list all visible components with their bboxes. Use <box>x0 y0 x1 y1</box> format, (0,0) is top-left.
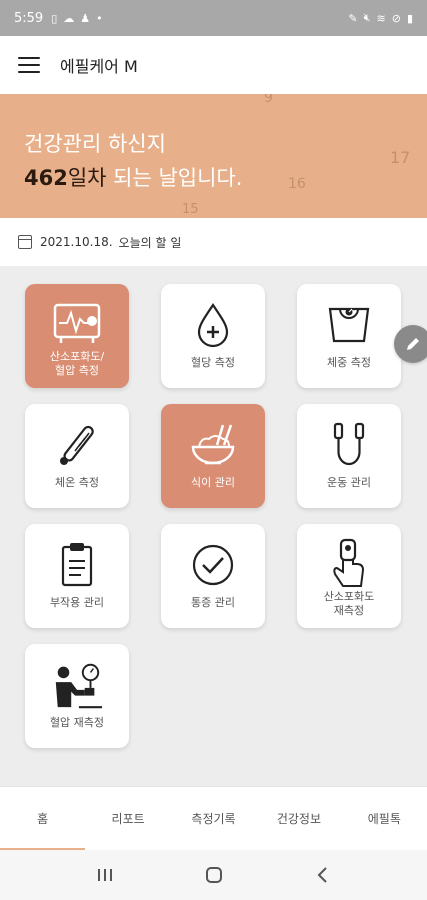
edit-status-icon: ✎ <box>348 11 358 25</box>
mute-icon: 🔇︎ <box>363 11 371 24</box>
edit-fab[interactable] <box>394 325 427 363</box>
status-bar: 5:59 ▯ ☁ ♟ • ✎ 🔇︎ ≋ ⊘ ▮ <box>0 0 427 36</box>
dot-icon: • <box>96 11 103 25</box>
banner-line1: 건강관리 하신지 <box>24 132 166 156</box>
scale-icon <box>322 298 376 352</box>
tile-label: 부작용 관리 <box>49 596 105 609</box>
oximeter-monitor-icon <box>50 298 104 350</box>
blood-pressure-icon <box>50 658 104 712</box>
cloud-icon: ☁ <box>63 11 75 25</box>
app-bar: 에필케어 M <box>0 36 427 94</box>
tile-exercise[interactable]: 운동 관리 <box>297 404 401 508</box>
tile-label: 운동 관리 <box>327 476 371 489</box>
tile-pain[interactable]: 통증 관리 <box>161 524 265 628</box>
tile-diet[interactable]: 식이 관리 <box>161 404 265 508</box>
banner-line2: 462일차 되는 날입니다. <box>24 162 242 192</box>
tile-bp-remeasure[interactable]: 혈압 재측정 <box>25 644 129 748</box>
tile-label: 혈당 측정 <box>191 356 235 369</box>
no-signal-icon: ⊘ <box>391 11 401 25</box>
banner-rest: 되는 날입니다. <box>106 166 243 190</box>
back-button[interactable] <box>303 860 343 890</box>
todo-label: 오늘의 할 일 <box>118 235 182 250</box>
home-button[interactable] <box>194 860 234 890</box>
nav-home[interactable]: 홈 <box>0 787 86 850</box>
back-icon <box>317 867 327 883</box>
app-title: 에필케어 M <box>60 57 138 76</box>
current-date: 2021.10.18. <box>40 235 113 249</box>
bottom-nav: 홈 리포트 측정기록 건강정보 에필톡 <box>0 786 427 850</box>
tile-label: 통증 관리 <box>191 596 235 609</box>
thermometer-icon <box>50 418 104 472</box>
calendar-icon <box>18 235 32 249</box>
tile-label: 산소포화도 재측정 <box>323 590 375 617</box>
home-icon <box>205 867 222 883</box>
banner-deco-number: 17 <box>390 148 411 167</box>
tile-side-effects[interactable]: 부작용 관리 <box>25 524 129 628</box>
status-time: 5:59 <box>14 10 44 26</box>
tile-label: 체중 측정 <box>327 356 371 369</box>
tile-label: 체온 측정 <box>55 476 99 489</box>
banner-deco-number: 9 <box>264 94 273 106</box>
nav-talk[interactable]: 에필톡 <box>342 787 427 850</box>
wifi-icon: ≋ <box>376 11 386 25</box>
tile-weight[interactable]: 체중 측정 <box>297 284 401 388</box>
clipboard-icon <box>50 538 104 592</box>
tile-blood-sugar[interactable]: 혈당 측정 <box>161 284 265 388</box>
finger-oximeter-icon <box>322 538 376 590</box>
tile-label: 산소포화도/ 혈압 측정 <box>49 350 105 377</box>
rice-bowl-icon <box>186 418 240 472</box>
notification-icon: ▯ <box>51 11 58 25</box>
recents-button[interactable] <box>85 860 125 890</box>
recents-icon <box>97 869 112 881</box>
system-nav-bar <box>0 850 427 900</box>
tile-temperature[interactable]: 체온 측정 <box>25 404 129 508</box>
tile-label: 식이 관리 <box>191 476 235 489</box>
nav-records[interactable]: 측정기록 <box>171 787 256 850</box>
banner-day-suffix: 일차 <box>67 166 107 190</box>
menu-icon[interactable] <box>18 57 40 73</box>
battery-icon: ▮ <box>406 11 413 25</box>
banner-day-count: 462 <box>24 166 68 190</box>
person-icon: ♟ <box>80 11 91 25</box>
tile-oxygen-bp[interactable]: 산소포화도/ 혈압 측정 <box>25 284 129 388</box>
checkmark-icon <box>186 538 240 592</box>
blood-drop-icon <box>186 298 240 352</box>
jump-rope-icon <box>322 418 376 472</box>
nav-report[interactable]: 리포트 <box>85 787 170 850</box>
pencil-icon <box>407 338 419 350</box>
tile-label: 혈압 재측정 <box>49 716 105 729</box>
nav-health-info[interactable]: 건강정보 <box>256 787 341 850</box>
greeting-banner: 9 17 16 15 건강관리 하신지 462일차 되는 날입니다. <box>0 94 427 218</box>
date-row: 2021.10.18. 오늘의 할 일 <box>0 218 427 266</box>
banner-deco-number: 15 <box>182 202 199 217</box>
tile-oxygen-remeasure[interactable]: 산소포화도 재측정 <box>297 524 401 628</box>
banner-deco-number: 16 <box>288 176 306 192</box>
